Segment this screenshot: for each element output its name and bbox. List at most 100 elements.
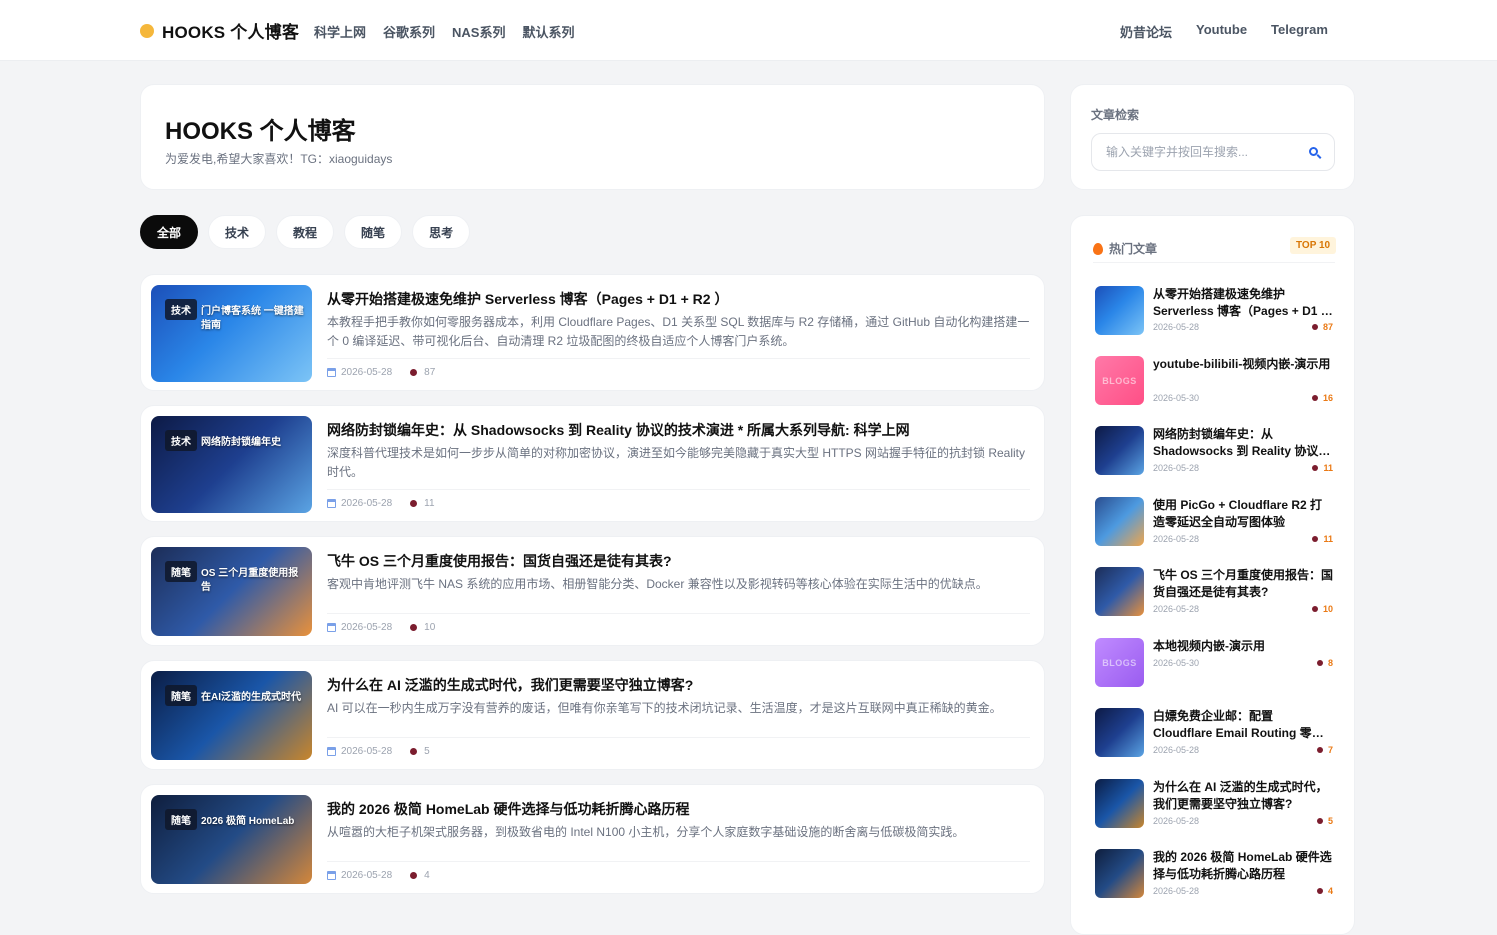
hot-post-item[interactable]: BLOGS 本地视频内嵌-演示用 2026-05-30 8 [1095,638,1337,700]
tab-essay[interactable]: 随笔 [344,215,403,249]
hot-post-title[interactable]: 为什么在 AI 泛滥的生成式时代，我们更需要坚守独立博客? [1153,779,1333,813]
views-icon [410,369,418,376]
post-card[interactable]: 在AI泛滥的生成式时代 随笔 为什么在 AI 泛滥的生成式时代，我们更需要坚守独… [140,660,1045,770]
hot-post-date: 2026-05-28 [1153,534,1200,544]
views-icon [410,872,418,879]
hot-posts-heading: 热门文章 [1109,242,1158,256]
post-title[interactable]: 从零开始搭建极速免维护 Serverless 博客（Pages + D1 + R… [327,289,728,309]
hot-post-views: 87 [1311,322,1333,332]
views-icon [1311,324,1318,330]
hot-post-title[interactable]: youtube-bilibili-视频内嵌-演示用 [1153,356,1333,373]
hot-post-thumbnail[interactable]: BLOGS [1095,638,1144,687]
hot-post-item[interactable]: 白嫖免费企业邮：配置 Cloudflare Email Routing 零成本 … [1095,708,1337,770]
hot-post-item[interactable]: 网络防封锁编年史：从 Shadowsocks 到 Reality 协议的技术演进… [1095,426,1337,488]
hot-post-thumbnail[interactable] [1095,497,1144,546]
post-title[interactable]: 飞牛 OS 三个月重度使用报告：国货自强还是徒有其表? [327,551,672,571]
hot-post-item[interactable]: 为什么在 AI 泛滥的生成式时代，我们更需要坚守独立博客? 2026-05-28… [1095,779,1337,841]
category-tabs: 全部 技术 教程 随笔 思考 [140,215,471,249]
hot-post-item[interactable]: 我的 2026 极简 HomeLab 硬件选择与低功耗折腾心路历程 2026-0… [1095,849,1337,911]
post-thumbnail[interactable]: 在AI泛滥的生成式时代 随笔 [151,671,312,760]
top-badge: TOP 10 [1290,237,1337,254]
post-thumbnail[interactable]: 2026 极简 HomeLab 随笔 [151,795,312,884]
hot-post-title[interactable]: 白嫖免费企业邮：配置 Cloudflare Email Routing 零成本 [1153,708,1333,742]
thumbnail-caption: 网络防封锁编年史 [201,437,281,448]
hot-post-thumbnail[interactable] [1095,286,1144,335]
hot-post-item[interactable]: 使用 PicGo + Cloudflare R2 打造零延迟全自动写图体验 20… [1095,497,1337,559]
hot-post-title[interactable]: 本地视频内嵌-演示用 [1153,638,1333,655]
hot-post-date: 2026-05-30 [1153,658,1200,668]
hot-post-views: 10 [1311,604,1333,614]
calendar-icon [327,368,336,377]
thumbnail-caption: OS 三个月重度使用报告 [201,568,299,593]
category-badge: 随笔 [165,561,197,582]
hot-post-title[interactable]: 网络防封锁编年史：从 Shadowsocks 到 Reality 协议的技术演进 [1153,426,1333,460]
views-icon [1311,606,1318,612]
brand-logo[interactable]: HOOKS 个人博客 [140,18,299,43]
secondary-nav: 奶昔论坛 Youtube Telegram [1120,22,1328,41]
post-title[interactable]: 网络防封锁编年史：从 Shadowsocks 到 Reality 协议的技术演进… [327,420,910,440]
post-excerpt: 深度科普代理技术是如何一步步从简单的对称加密协议，演进至如今能够完美隐藏于真实大… [327,446,1026,479]
hot-post-title[interactable]: 从零开始搭建极速免维护 Serverless 博客（Pages + D1 + R… [1153,286,1333,320]
tab-thinking[interactable]: 思考 [412,215,471,249]
hot-post-title[interactable]: 使用 PicGo + Cloudflare R2 打造零延迟全自动写图体验 [1153,497,1333,531]
hot-post-thumbnail[interactable] [1095,849,1144,898]
nav-link-nas[interactable]: NAS系列 [452,22,505,41]
hot-post-date: 2026-05-30 [1153,393,1200,403]
views-icon [1316,747,1323,753]
hot-post-item[interactable]: BLOGS youtube-bilibili-视频内嵌-演示用 2026-05-… [1095,356,1337,418]
search-box[interactable] [1091,133,1335,171]
post-card[interactable]: 2026 极简 HomeLab 随笔 我的 2026 极简 HomeLab 硬件… [140,784,1045,894]
views-icon [1312,536,1319,542]
nav-link-science[interactable]: 科学上网 [314,22,366,41]
post-date: 2026-05-28 [341,367,393,378]
nav-link-telegram[interactable]: Telegram [1271,22,1328,41]
nav-link-youtube[interactable]: Youtube [1196,22,1247,41]
category-badge: 随笔 [165,809,197,830]
post-card[interactable]: OS 三个月重度使用报告 随笔 飞牛 OS 三个月重度使用报告：国货自强还是徒有… [140,536,1045,646]
tab-all[interactable]: 全部 [140,215,199,249]
views-icon [1316,888,1323,894]
hot-posts-card: 热门文章 TOP 10 从零开始搭建极速免维护 Serverless 博客（Pa… [1070,215,1355,935]
hot-post-thumbnail[interactable]: BLOGS [1095,356,1144,405]
post-meta: 2026-05-28 5 [327,746,430,757]
post-card[interactable]: 网络防封锁编年史 技术 网络防封锁编年史：从 Shadowsocks 到 Rea… [140,405,1045,522]
nav-link-forum[interactable]: 奶昔论坛 [1120,22,1172,41]
post-card[interactable]: 门户博客系统 一键搭建指南 技术 从零开始搭建极速免维护 Serverless … [140,274,1045,391]
thumbnail-caption: 门户博客系统 一键搭建指南 [201,306,304,331]
hot-post-thumbnail[interactable] [1095,567,1144,616]
tab-tutorial[interactable]: 教程 [276,215,335,249]
post-title[interactable]: 为什么在 AI 泛滥的生成式时代，我们更需要坚守独立博客? [327,675,693,695]
category-badge: 技术 [165,430,197,451]
post-views: 87 [424,367,436,378]
calendar-icon [327,499,336,508]
hot-post-date: 2026-05-28 [1153,745,1200,755]
hot-post-thumbnail[interactable] [1095,779,1144,828]
search-input[interactable] [1106,134,1296,170]
hot-post-views: 4 [1316,886,1333,896]
post-thumbnail[interactable]: 网络防封锁编年史 技术 [151,416,312,513]
search-icon[interactable] [1309,147,1318,156]
hot-post-title[interactable]: 我的 2026 极简 HomeLab 硬件选择与低功耗折腾心路历程 [1153,849,1333,883]
post-views: 11 [424,498,435,509]
post-thumbnail[interactable]: OS 三个月重度使用报告 随笔 [151,547,312,636]
hot-post-thumbnail[interactable] [1095,708,1144,757]
hot-post-views: 11 [1312,463,1333,473]
nav-link-google[interactable]: 谷歌系列 [383,22,435,41]
post-title[interactable]: 我的 2026 极简 HomeLab 硬件选择与低功耗折腾心路历程 [327,799,690,819]
post-thumbnail[interactable]: 门户博客系统 一键搭建指南 技术 [151,285,312,382]
post-date: 2026-05-28 [341,622,393,633]
hot-post-item[interactable]: 飞牛 OS 三个月重度使用报告：国货自强还是徒有其表? 2026-05-28 1… [1095,567,1337,629]
nav-link-default[interactable]: 默认系列 [522,22,574,41]
tab-tech[interactable]: 技术 [208,215,267,249]
hot-post-title[interactable]: 飞牛 OS 三个月重度使用报告：国货自强还是徒有其表? [1153,567,1333,601]
post-date: 2026-05-28 [341,746,393,757]
post-excerpt: AI 可以在一秒内生成万字没有营养的废话，但唯有你亲笔写下的技术闭坑记录、生活温… [327,701,1002,715]
hot-post-views: 5 [1316,816,1333,826]
hero-card: HOOKS 个人博客 为爱发电,希望大家喜欢！TG：xiaoguidays [140,84,1045,190]
post-divider [327,861,1030,862]
brand-name[interactable]: HOOKS 个人博客 [162,18,299,43]
hot-post-thumbnail[interactable] [1095,426,1144,475]
primary-nav: 科学上网 谷歌系列 NAS系列 默认系列 [314,22,575,41]
post-views: 5 [424,746,430,757]
hot-post-item[interactable]: 从零开始搭建极速免维护 Serverless 博客（Pages + D1 + R… [1095,286,1337,348]
